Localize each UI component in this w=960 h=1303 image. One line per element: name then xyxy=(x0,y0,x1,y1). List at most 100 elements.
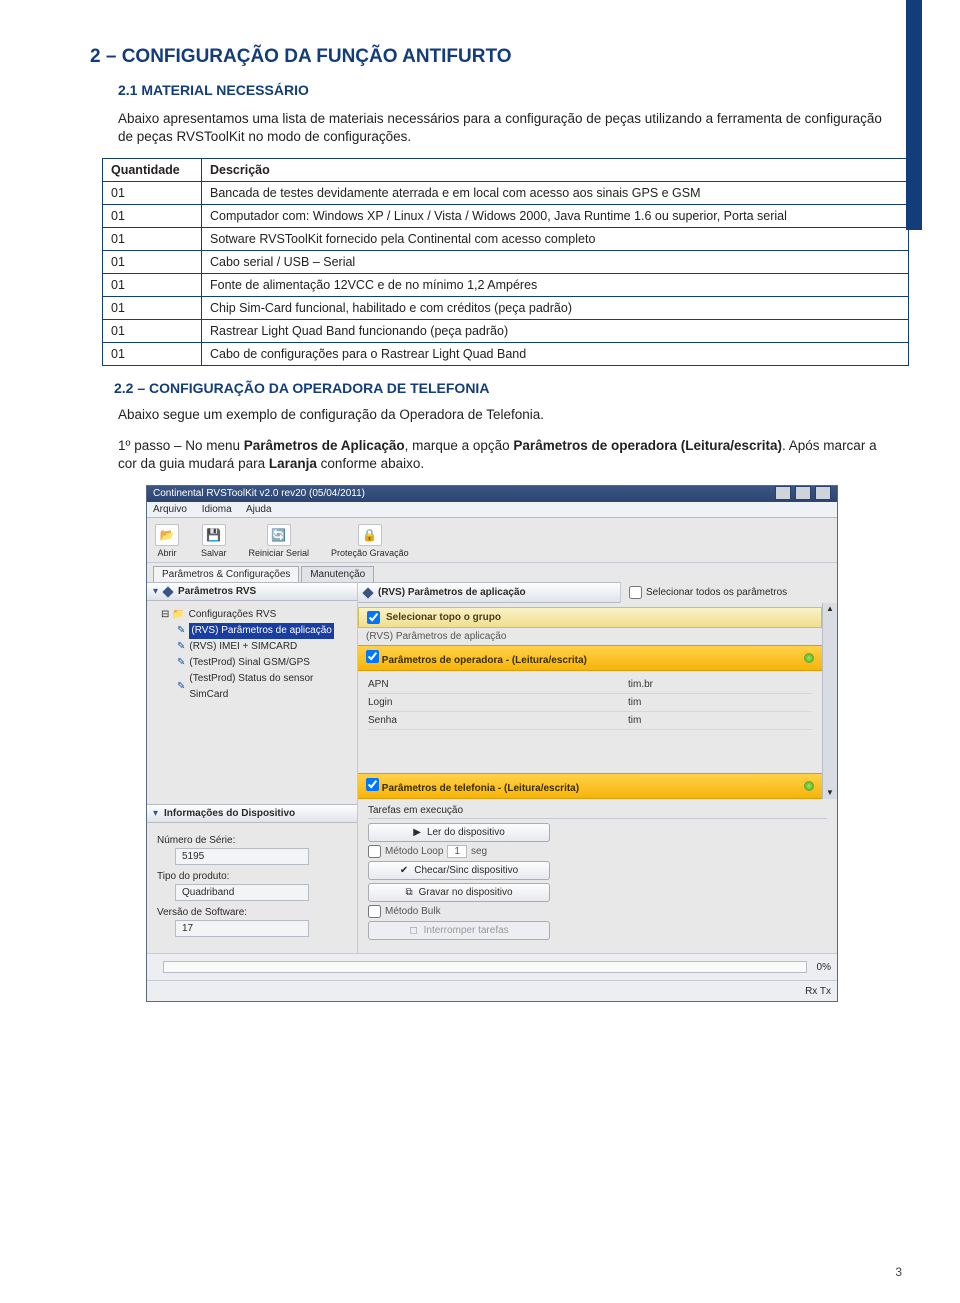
page-accent-bar xyxy=(906,0,922,230)
btn-write[interactable]: ⧉Gravar no dispositivo xyxy=(368,883,550,902)
close-icon[interactable] xyxy=(815,486,831,500)
menu-idioma[interactable]: Idioma xyxy=(202,504,232,515)
tab-manutencao[interactable]: Manutenção xyxy=(301,566,374,582)
chevron-down-icon: ▾ xyxy=(153,808,158,819)
label-apn: APN xyxy=(368,679,628,690)
table-row: 01Chip Sim-Card funcional, habilitado e … xyxy=(103,297,909,320)
tree-item-sinal[interactable]: ✎(TestProd) Sinal GSM/GPS xyxy=(161,655,351,671)
section-telefonia[interactable]: Parâmetros de telefonia - (Leitura/escri… xyxy=(358,773,822,799)
screenshot-app-window: Continental RVSToolKit v2.0 rev20 (05/04… xyxy=(146,485,838,1002)
tree-root[interactable]: ⊟ 📁 Configurações RVS xyxy=(161,607,351,623)
btn-check[interactable]: ✔Checar/Sinc dispositivo xyxy=(368,861,550,880)
toolbar-salvar[interactable]: 💾Salvar xyxy=(201,524,227,558)
value-serial: 5195 xyxy=(175,848,309,865)
tree-item-aplicacao[interactable]: ✎(RVS) Parâmetros de aplicação xyxy=(161,623,351,639)
tasks-panel: Tarefas em execução ▶Ler do dispositivo … xyxy=(358,799,837,953)
menubar[interactable]: Arquivo Idioma Ajuda xyxy=(147,502,837,518)
section-operadora[interactable]: Parâmetros de operadora - (Leitura/escri… xyxy=(358,645,822,671)
save-icon: 💾 xyxy=(202,524,226,546)
window-title: Continental RVSToolKit v2.0 rev20 (05/04… xyxy=(153,486,365,502)
label-login: Login xyxy=(368,697,628,708)
table-row: 01Cabo serial / USB – Serial xyxy=(103,251,909,274)
tab-parametros[interactable]: Parâmetros & Configurações xyxy=(153,566,299,582)
operadora-fields: APNtim.br Logintim Senhatim xyxy=(358,671,822,743)
diamond-icon xyxy=(162,586,173,597)
heading-22: 2.2 – CONFIGURAÇÃO DA OPERADORA DE TELEF… xyxy=(114,380,894,396)
page-number: 3 xyxy=(895,1265,902,1279)
heading-1: 2 – CONFIGURAÇÃO DA FUNÇÃO ANTIFURTO xyxy=(90,46,894,68)
checkbox-group-select[interactable] xyxy=(367,611,380,624)
pen-icon: ✎ xyxy=(177,639,185,655)
table-row: 01Sotware RVSToolKit fornecido pela Cont… xyxy=(103,228,909,251)
checkbox-telefonia[interactable] xyxy=(366,778,379,791)
loop-row[interactable]: Método Loop1seg xyxy=(368,845,827,858)
pen-icon: ✎ xyxy=(177,623,185,639)
select-all-row[interactable]: Selecionar todos os parâmetros xyxy=(620,582,837,603)
table-row: 01Bancada de testes devidamente aterrada… xyxy=(103,182,909,205)
group-subheader: (RVS) Parâmetros de aplicação xyxy=(358,628,822,645)
paragraph-22a: Abaixo segue um exemplo de configuração … xyxy=(118,406,894,424)
th-quantidade: Quantidade xyxy=(103,159,202,182)
chevron-down-icon: ▾ xyxy=(153,586,158,597)
scroll-up-icon[interactable]: ▲ xyxy=(826,603,834,615)
panel-header-aplicacao: (RVS) Parâmetros de aplicação xyxy=(358,582,620,603)
maximize-icon[interactable] xyxy=(795,486,811,500)
tasks-title: Tarefas em execução xyxy=(368,805,827,819)
statusbar: 0% xyxy=(147,953,837,980)
diamond-icon xyxy=(362,587,373,598)
value-type: Quadriband xyxy=(175,884,309,901)
btn-stop: ◻Interromper tarefas xyxy=(368,921,550,940)
rxtx-label: Rx Tx xyxy=(805,986,831,997)
stop-icon: ◻ xyxy=(409,925,417,936)
value-apn[interactable]: tim.br xyxy=(628,679,653,690)
paragraph-21: Abaixo apresentamos uma lista de materia… xyxy=(118,110,894,146)
menu-arquivo[interactable]: Arquivo xyxy=(153,504,187,515)
vertical-scrollbar[interactable]: ▲ ▼ xyxy=(822,603,837,799)
label-sw: Versão de Software: xyxy=(157,907,347,918)
table-row: 01Rastrear Light Quad Band funcionando (… xyxy=(103,320,909,343)
btn-read[interactable]: ▶Ler do dispositivo xyxy=(368,823,550,842)
table-row: 01Fonte de alimentação 12VCC e de no mín… xyxy=(103,274,909,297)
pen-icon: ✎ xyxy=(177,655,185,671)
titlebar[interactable]: Continental RVSToolKit v2.0 rev20 (05/04… xyxy=(147,486,837,502)
config-tree[interactable]: ⊟ 📁 Configurações RVS ✎(RVS) Parâmetros … xyxy=(147,601,357,713)
tab-strip[interactable]: Parâmetros & Configurações Manutenção xyxy=(147,563,837,582)
bulk-row[interactable]: Método Bulk xyxy=(368,905,827,918)
device-info: Número de Série: 5195 Tipo do produto: Q… xyxy=(147,823,357,953)
sync-icon: ✔ xyxy=(400,865,408,876)
value-login[interactable]: tim xyxy=(628,697,641,708)
checkbox-operadora[interactable] xyxy=(366,650,379,663)
checkbox-loop[interactable] xyxy=(368,845,381,858)
minimize-icon[interactable] xyxy=(775,486,791,500)
status-led-icon xyxy=(804,781,814,791)
toolbar-reiniciar[interactable]: 🔄Reiniciar Serial xyxy=(249,524,310,558)
play-icon: ▶ xyxy=(413,827,421,838)
write-icon: ⧉ xyxy=(405,887,412,898)
tree-item-imei[interactable]: ✎(RVS) IMEI + SIMCARD xyxy=(161,639,351,655)
materials-table: Quantidade Descrição 01Bancada de testes… xyxy=(102,158,909,366)
group-select-bar[interactable]: Selecionar topo o grupo xyxy=(358,607,822,628)
checkbox-select-all[interactable] xyxy=(629,586,642,599)
toolbar: 📂Abrir 💾Salvar 🔄Reiniciar Serial 🔒Proteç… xyxy=(147,518,837,563)
window-controls[interactable] xyxy=(774,486,831,502)
scroll-down-icon[interactable]: ▼ xyxy=(826,787,834,799)
toolbar-abrir[interactable]: 📂Abrir xyxy=(155,524,179,558)
restart-icon: 🔄 xyxy=(267,524,291,546)
panel-header-device-info: ▾ Informações do Dispositivo xyxy=(147,804,357,823)
value-sw: 17 xyxy=(175,920,309,937)
th-descricao: Descrição xyxy=(202,159,909,182)
label-serial: Número de Série: xyxy=(157,835,347,846)
paragraph-22b: 1º passo – No menu Parâmetros de Aplicaç… xyxy=(118,437,894,473)
heading-21: 2.1 MATERIAL NECESSÁRIO xyxy=(118,82,894,98)
menu-ajuda[interactable]: Ajuda xyxy=(246,504,272,515)
pen-icon: ✎ xyxy=(177,679,185,695)
table-row: 01Cabo de configurações para o Rastrear … xyxy=(103,343,909,366)
checkbox-bulk[interactable] xyxy=(368,905,381,918)
status-led-icon xyxy=(804,653,814,663)
table-row: 01Computador com: Windows XP / Linux / V… xyxy=(103,205,909,228)
toolbar-protecao[interactable]: 🔒Proteção Gravação xyxy=(331,524,409,558)
value-senha[interactable]: tim xyxy=(628,715,641,726)
loop-seconds[interactable]: 1 xyxy=(447,845,467,858)
progress-text: 0% xyxy=(817,962,831,973)
tree-item-simcard[interactable]: ✎(TestProd) Status do sensor SimCard xyxy=(161,671,351,703)
